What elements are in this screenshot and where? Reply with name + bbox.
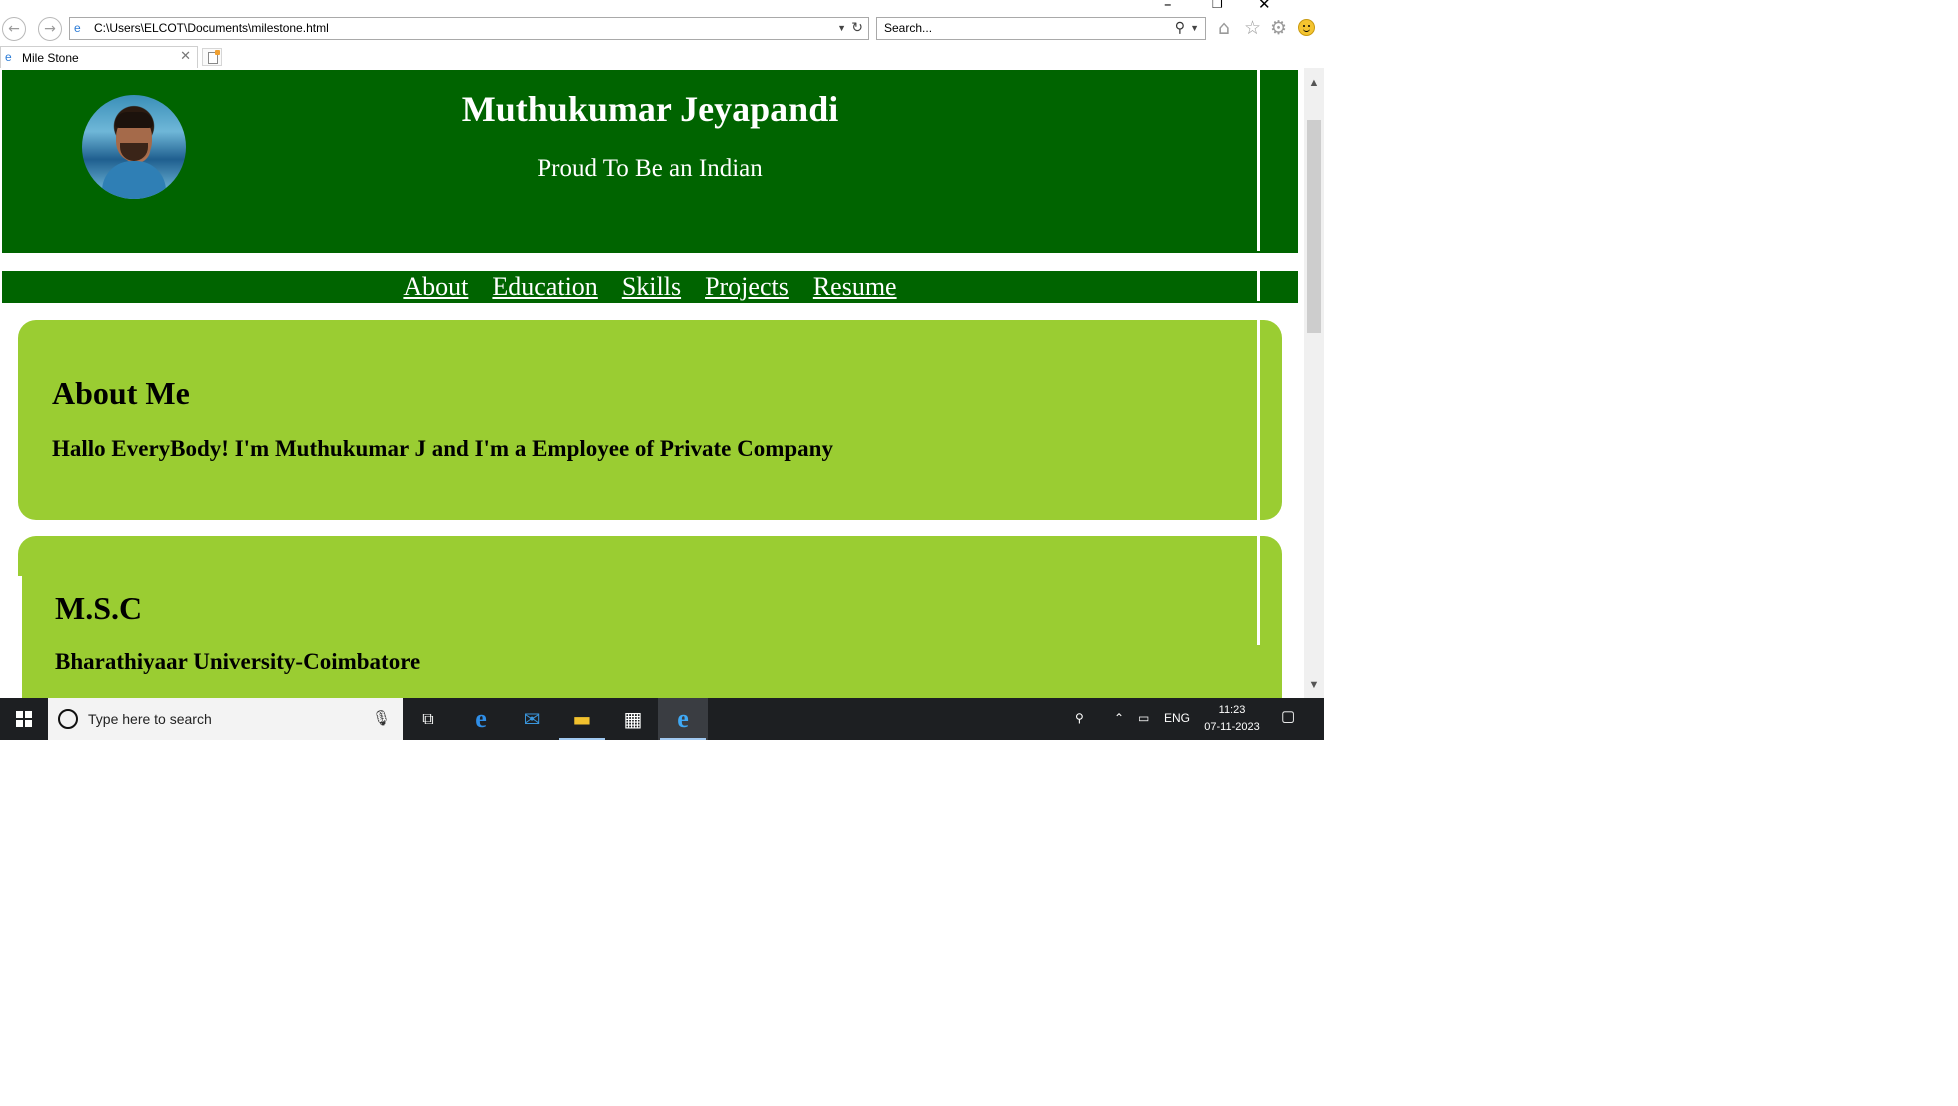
education-text: Bharathiyaar University-Coimbatore: [55, 649, 421, 674]
site-nav: About Education Skills Projects Resume: [2, 271, 1298, 303]
microphone-icon[interactable]: 🎙: [372, 709, 391, 727]
divider-line: [1257, 318, 1260, 645]
nav-link-about[interactable]: About: [403, 271, 468, 303]
site-header: Muthukumar Jeyapandi Proud To Be an Indi…: [2, 70, 1298, 253]
new-tab-button[interactable]: [202, 48, 222, 66]
edge-icon[interactable]: e: [456, 698, 506, 740]
search-dropdown-icon[interactable]: ▼: [1190, 20, 1199, 37]
forward-button[interactable]: →: [38, 17, 62, 41]
about-text: Hallo EveryBody! I'm Muthukumar J and I'…: [52, 436, 833, 461]
language-indicator[interactable]: ENG: [1164, 710, 1190, 726]
education-heading: M.S.C: [55, 590, 143, 626]
cortana-icon: [58, 709, 78, 729]
divider-line: [1257, 68, 1260, 251]
address-bar[interactable]: e C:\Users\ELCOT\Documents\milestone.htm…: [69, 17, 869, 40]
nav-link-education[interactable]: Education: [492, 271, 597, 303]
taskbar-search-placeholder[interactable]: Type here to search: [88, 711, 212, 727]
show-hidden-icons-icon[interactable]: ⌃: [1114, 710, 1124, 726]
scroll-up-icon[interactable]: ▲: [1304, 74, 1324, 92]
scroll-down-icon[interactable]: ▼: [1304, 676, 1324, 694]
windows-logo-icon: [16, 711, 32, 727]
nav-link-resume[interactable]: Resume: [813, 271, 897, 303]
search-icon[interactable]: ⚲: [1175, 19, 1185, 38]
settings-gear-icon[interactable]: ⚙: [1270, 17, 1287, 39]
tab-title: Mile Stone: [22, 51, 79, 65]
back-button[interactable]: ←: [2, 17, 26, 41]
notifications-icon[interactable]: ▢: [1281, 709, 1295, 725]
home-icon[interactable]: ⌂: [1218, 17, 1230, 39]
store-icon[interactable]: ▦: [608, 698, 658, 740]
feedback-smiley-icon[interactable]: [1298, 19, 1315, 36]
screen: – ❐ ✕ ← → e C:\Users\ELCOT\Documents\mil…: [0, 0, 1324, 740]
tab-strip: e Mile Stone ✕: [0, 45, 1324, 69]
window-controls: – ❐ ✕: [1164, 0, 1324, 12]
site-title: Muthukumar Jeyapandi: [461, 89, 839, 129]
tab-mile-stone[interactable]: e Mile Stone ✕: [0, 46, 198, 68]
page-icon: e: [74, 21, 81, 35]
divider-line: [1257, 269, 1260, 301]
scroll-thumb[interactable]: [1307, 120, 1321, 333]
education-card: M.S.C Bharathiyaar University-Coimbatore: [18, 536, 1282, 698]
restore-button[interactable]: ❐: [1212, 0, 1223, 12]
minimize-button[interactable]: –: [1164, 0, 1172, 12]
mail-icon[interactable]: ✉: [507, 698, 557, 740]
internet-explorer-icon[interactable]: e: [658, 698, 708, 740]
site-tagline: Proud To Be an Indian: [537, 155, 763, 182]
people-icon[interactable]: ⚲: [1075, 710, 1084, 726]
close-window-button[interactable]: ✕: [1258, 0, 1271, 12]
clock-date: 07-11-2023: [1204, 721, 1260, 733]
battery-icon[interactable]: ▭: [1138, 710, 1149, 726]
favorites-star-icon[interactable]: ☆: [1244, 17, 1261, 39]
taskbar-search-box[interactable]: Type here to search 🎙: [48, 698, 403, 740]
taskbar: Type here to search 🎙 ⧉ e ✉ ▬ ▦ e ⚲ ⌃ ▭ …: [0, 698, 1324, 740]
vertical-scrollbar[interactable]: ▲ ▼: [1304, 68, 1324, 698]
task-view-icon[interactable]: ⧉: [403, 698, 453, 740]
file-explorer-icon[interactable]: ▬: [557, 698, 607, 740]
address-url[interactable]: C:\Users\ELCOT\Documents\milestone.html: [94, 21, 329, 36]
address-dropdown-icon[interactable]: ▼: [837, 20, 846, 37]
clock[interactable]: 11:23 07-11-2023: [1199, 702, 1265, 736]
tab-close-icon[interactable]: ✕: [180, 49, 191, 65]
clock-time: 11:23: [1218, 704, 1246, 716]
nav-link-skills[interactable]: Skills: [622, 271, 681, 303]
ie-tab-icon: e: [5, 50, 12, 64]
nav-link-projects[interactable]: Projects: [705, 271, 789, 303]
page-viewport: Muthukumar Jeyapandi Proud To Be an Indi…: [0, 68, 1304, 698]
start-button[interactable]: [0, 698, 46, 740]
browser-search-placeholder[interactable]: Search...: [884, 21, 932, 36]
about-card: About Me Hallo EveryBody! I'm Muthukumar…: [18, 320, 1282, 520]
browser-navigation-bar: ← → e C:\Users\ELCOT\Documents\milestone…: [0, 14, 1324, 44]
about-heading: About Me: [52, 375, 190, 411]
refresh-icon[interactable]: ↻: [851, 19, 863, 38]
browser-search-box[interactable]: Search... ⚲ ▼: [876, 17, 1206, 40]
